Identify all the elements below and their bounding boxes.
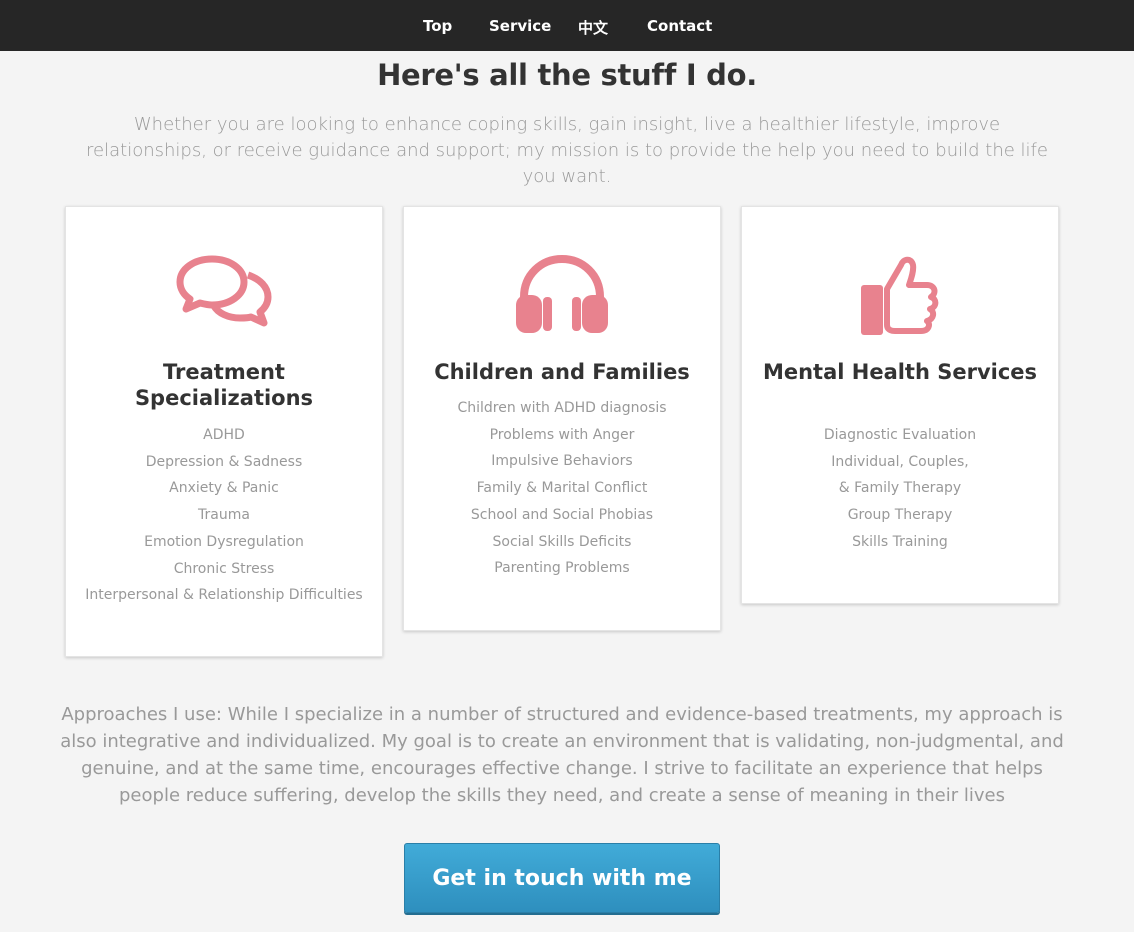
approach-text: Approaches I use: While I specialize in … <box>60 704 1064 806</box>
list-item: & Family Therapy <box>838 480 962 497</box>
list-item: Emotion Dysregulation <box>144 533 304 550</box>
list-item: Family & Marital Conflict <box>476 480 648 497</box>
list-item: Chronic Stress <box>173 560 275 577</box>
intro-text: Whether you are looking to enhance copin… <box>86 114 1048 187</box>
list-item: Social Skills Deficits <box>492 533 632 550</box>
nav-link-contact[interactable]: Contact <box>647 17 712 35</box>
list-item: Depression & Sadness <box>145 453 303 470</box>
list-item: School and Social Phobias <box>470 506 654 523</box>
services-list: Diagnostic Evaluation Individual, Couple… <box>752 422 1048 556</box>
card-children-and-families: Children and Families Children with ADHD… <box>403 206 721 631</box>
card-title: Children and Families <box>434 360 690 384</box>
nav-link-service[interactable]: Service <box>489 17 551 35</box>
speech-bubbles-icon <box>66 251 382 341</box>
top-nav: Top Service 中文 Contact <box>0 0 1134 51</box>
list-item: ADHD <box>203 427 245 443</box>
card-title: Mental Health Services <box>762 360 1038 384</box>
nav-link-top[interactable]: Top <box>423 17 452 35</box>
list-item: Skills Training <box>852 533 948 550</box>
specialization-list: ADHD Depression & Sadness Anxiety & Pani… <box>76 422 372 609</box>
list-item: Anxiety & Panic <box>169 480 279 497</box>
list-item: Impulsive Behaviors <box>491 453 633 470</box>
headphones-icon <box>404 251 720 341</box>
list-item: Children with ADHD diagnosis <box>457 400 667 416</box>
nav-link-chinese[interactable]: 中文 <box>578 17 608 38</box>
list-item: Interpersonal & Relationship Difficultie… <box>85 587 363 604</box>
card-treatment-specializations: Treatment Specializations ADHD Depressio… <box>65 206 383 657</box>
children-families-list: Children with ADHD diagnosis Problems wi… <box>414 395 710 582</box>
card-title: Treatment Specializations <box>134 360 314 410</box>
list-item: Trauma <box>198 507 250 524</box>
list-item: Parenting Problems <box>494 560 630 577</box>
list-item: Diagnostic Evaluation <box>823 427 977 443</box>
section-heading: Here's all the stuff I do. <box>377 58 757 92</box>
list-item: Group Therapy <box>847 507 953 524</box>
list-item: Problems with Anger <box>489 426 635 443</box>
thumbs-up-icon <box>742 251 1058 341</box>
card-mental-health-services: Mental Health Services Diagnostic Evalua… <box>741 206 1059 604</box>
list-item: Individual, Couples, <box>831 453 969 470</box>
get-in-touch-button[interactable]: Get in touch with me <box>404 843 720 913</box>
